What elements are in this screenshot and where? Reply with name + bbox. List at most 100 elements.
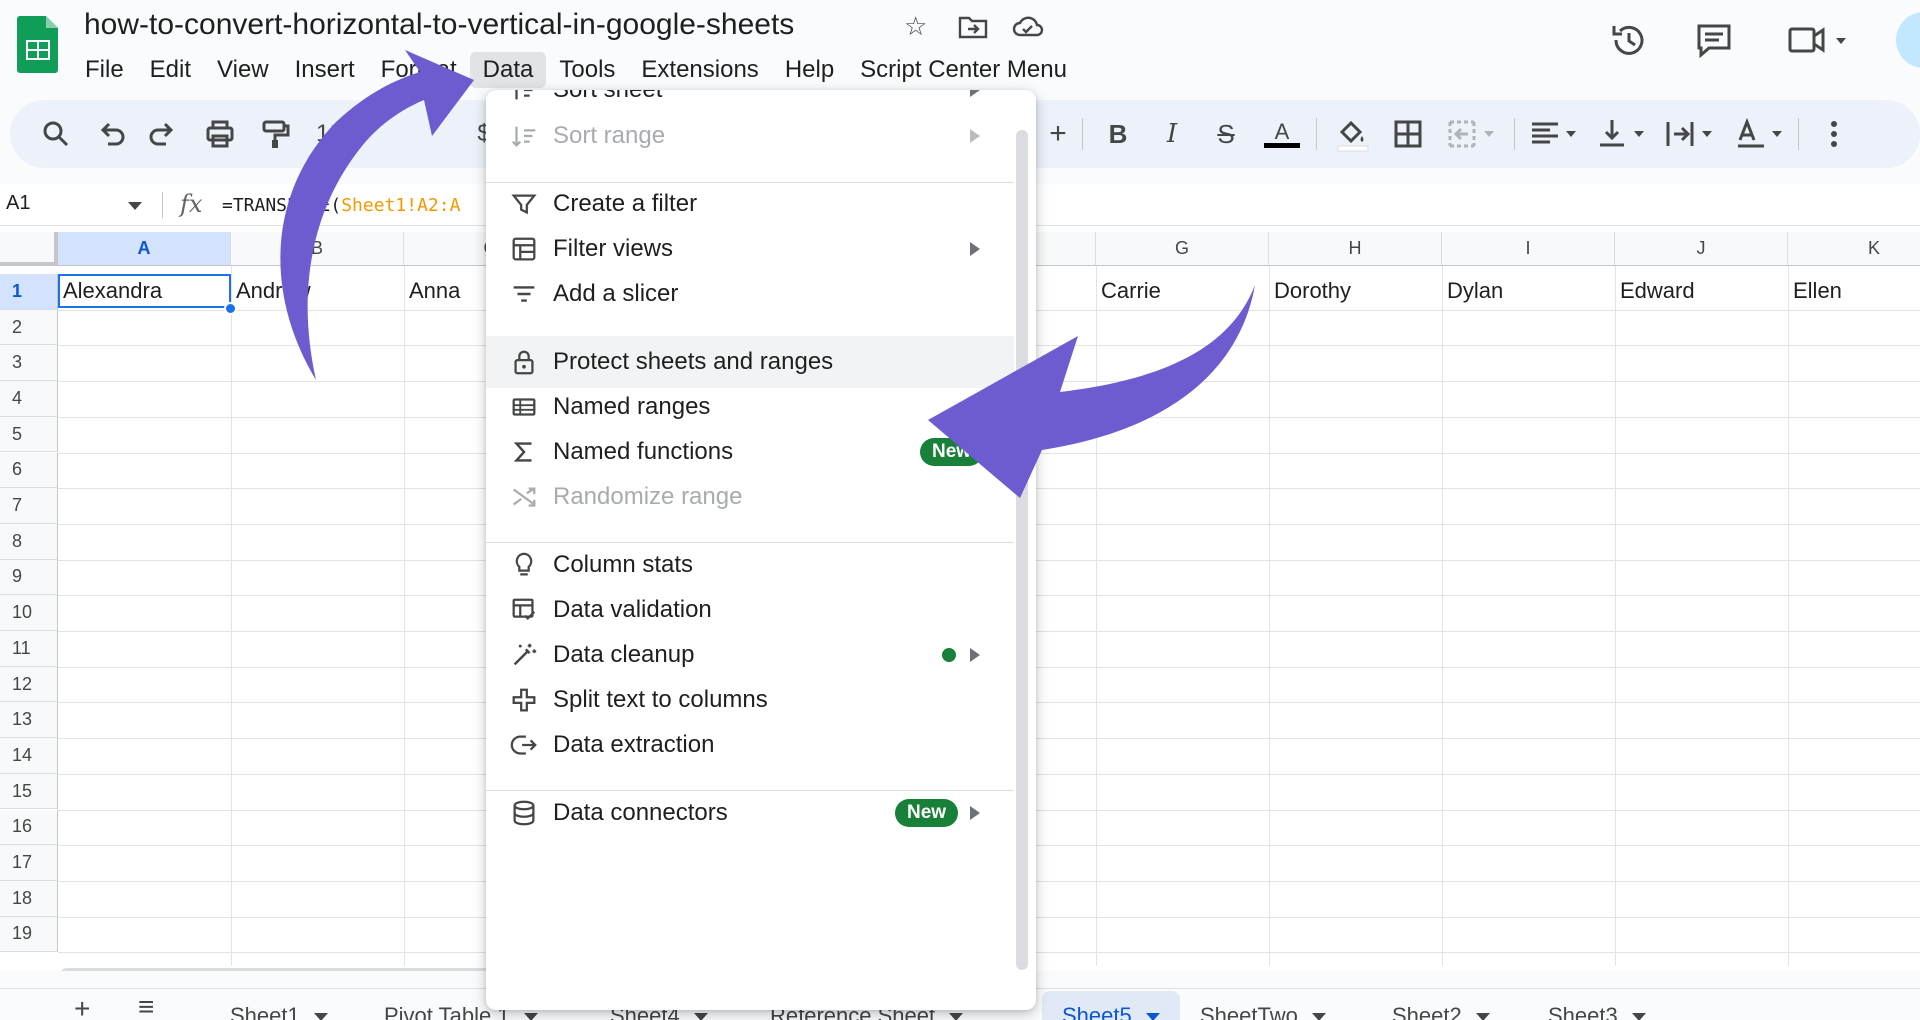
row-header-18[interactable]: 18 [0,880,58,917]
horizontal-scrollbar[interactable] [60,968,500,971]
column-header-b[interactable]: B [231,232,404,266]
sheets-logo-icon[interactable] [16,14,60,74]
zoom-select[interactable]: 100 [316,114,356,154]
row-header-17[interactable]: 17 [0,845,58,881]
row-header-16[interactable]: 16 [0,809,58,846]
more-options-icon[interactable] [1814,114,1854,154]
menu-edit[interactable]: Edit [137,52,204,88]
menu-scrollbar[interactable] [1016,130,1028,970]
name-box[interactable]: A1 [6,192,30,215]
row-header-5[interactable]: 5 [0,416,58,453]
formula-input[interactable]: =TRANSPOSE(Sheet1!A2:A [222,195,460,216]
row-header-13[interactable]: 13 [0,702,58,739]
print-icon[interactable] [200,114,240,154]
row-header-8[interactable]: 8 [0,523,58,560]
text-wrapping-icon[interactable] [1662,114,1718,154]
menu-item-add-a-slicer[interactable]: Add a slicer [486,268,1014,320]
cell-c1[interactable]: Anna [404,274,460,308]
sheet-tab-sheet5[interactable]: Sheet5 [1042,991,1180,1020]
menu-extensions[interactable]: Extensions [628,52,771,88]
name-box-dropdown-icon[interactable] [128,202,142,210]
sheet-tab-sheettwo[interactable]: SheetTwo [1200,1003,1326,1020]
select-all-corner[interactable] [0,232,58,266]
row-header-12[interactable]: 12 [0,666,58,703]
sheet-tab-menu-icon[interactable] [693,1013,708,1020]
version-history-icon[interactable] [1608,20,1648,60]
star-icon[interactable]: ☆ [904,12,927,40]
column-header-h[interactable]: H [1269,232,1442,266]
menu-item-data-extraction[interactable]: Data extraction [486,719,1014,771]
all-sheets-icon[interactable]: ≡ [138,991,154,1020]
sheet-tab-sheet2[interactable]: Sheet2 [1392,1003,1490,1020]
cell-i1[interactable]: Dylan [1442,274,1503,308]
paint-format-icon[interactable] [254,114,294,154]
row-header-10[interactable]: 10 [0,595,58,631]
menu-data[interactable]: Data [469,52,547,88]
cloud-saved-icon[interactable] [1012,14,1044,38]
undo-icon[interactable] [90,114,130,154]
column-header-k[interactable]: K [1788,232,1920,266]
menu-item-randomize-range[interactable]: Randomize range [486,471,1014,523]
horizontal-align-icon[interactable] [1526,114,1582,154]
row-header-15[interactable]: 15 [0,773,58,810]
sheet-tab-menu-icon[interactable] [1311,1013,1326,1020]
vertical-align-icon[interactable] [1594,114,1650,154]
sheet-tab-menu-icon[interactable] [1145,1013,1160,1020]
named-ranges-icon [508,391,540,423]
row-header-11[interactable]: 11 [0,631,58,667]
row-header-9[interactable]: 9 [0,559,58,596]
menu-item-data-connectors[interactable]: Data connectors New [486,787,1014,839]
bold-icon[interactable]: B [1098,114,1138,154]
cell-h1[interactable]: Dorothy [1269,274,1351,308]
menu-help[interactable]: Help [772,52,847,88]
row-header-14[interactable]: 14 [0,738,58,774]
add-sheet-icon[interactable]: + [74,993,90,1020]
menu-insert[interactable]: Insert [282,52,368,88]
italic-icon[interactable]: I [1152,114,1192,154]
row-header-4[interactable]: 4 [0,381,58,417]
menu-script-center[interactable]: Script Center Menu [847,52,1080,88]
sheet-tab-menu-icon[interactable] [313,1013,328,1020]
cell-b1[interactable]: Andrew [231,274,311,308]
status-dot [942,648,956,662]
document-title[interactable]: how-to-convert-horizontal-to-vertical-in… [84,8,794,42]
move-folder-icon[interactable] [958,14,988,40]
sheet-tab-menu-icon[interactable] [1475,1013,1490,1020]
menu-view[interactable]: View [204,52,282,88]
cell-k1[interactable]: Ellen [1788,274,1842,308]
comments-icon[interactable] [1694,20,1734,60]
text-color-icon[interactable]: A [1262,114,1302,154]
sheet-tab-sheet1[interactable]: Sheet1 [230,1003,328,1020]
column-header-j[interactable]: J [1615,232,1788,266]
sheet-tab-sheet3[interactable]: Sheet3 [1548,1003,1646,1020]
increase-font-size-icon[interactable]: + [1038,114,1078,154]
fill-handle[interactable] [224,302,237,315]
borders-icon[interactable] [1388,114,1428,154]
redo-icon[interactable] [144,114,184,154]
sheet-tab-menu-icon[interactable] [949,1013,964,1020]
column-header-a[interactable]: A [58,232,231,266]
row-header-19[interactable]: 19 [0,916,58,953]
menu-file[interactable]: File [72,52,137,88]
row-header-2[interactable]: 2 [0,309,58,346]
menu-format[interactable]: Format [368,52,470,88]
row-header-7[interactable]: 7 [0,488,58,524]
sheet-tab-menu-icon[interactable] [523,1013,538,1020]
strikethrough-icon[interactable]: S [1206,114,1246,154]
row-header-3[interactable]: 3 [0,345,58,382]
column-header-i[interactable]: I [1442,232,1615,266]
merge-cells-icon[interactable] [1444,114,1504,154]
fill-color-icon[interactable] [1332,114,1372,154]
text-rotation-icon[interactable] [1732,114,1788,154]
search-menus-icon[interactable] [36,114,76,154]
meet-call-icon[interactable] [1786,20,1850,60]
sheet-tab-menu-icon[interactable] [1631,1013,1646,1020]
column-header-g[interactable]: G [1096,232,1269,266]
share-button[interactable] [1896,12,1920,68]
menu-item-sort-range[interactable]: Sort range [486,110,1014,162]
cell-j1[interactable]: Edward [1615,274,1695,308]
row-header-1[interactable]: 1 [0,274,58,310]
menu-tools[interactable]: Tools [546,52,628,88]
cell-g1[interactable]: Carrie [1096,274,1161,308]
row-header-6[interactable]: 6 [0,452,58,489]
